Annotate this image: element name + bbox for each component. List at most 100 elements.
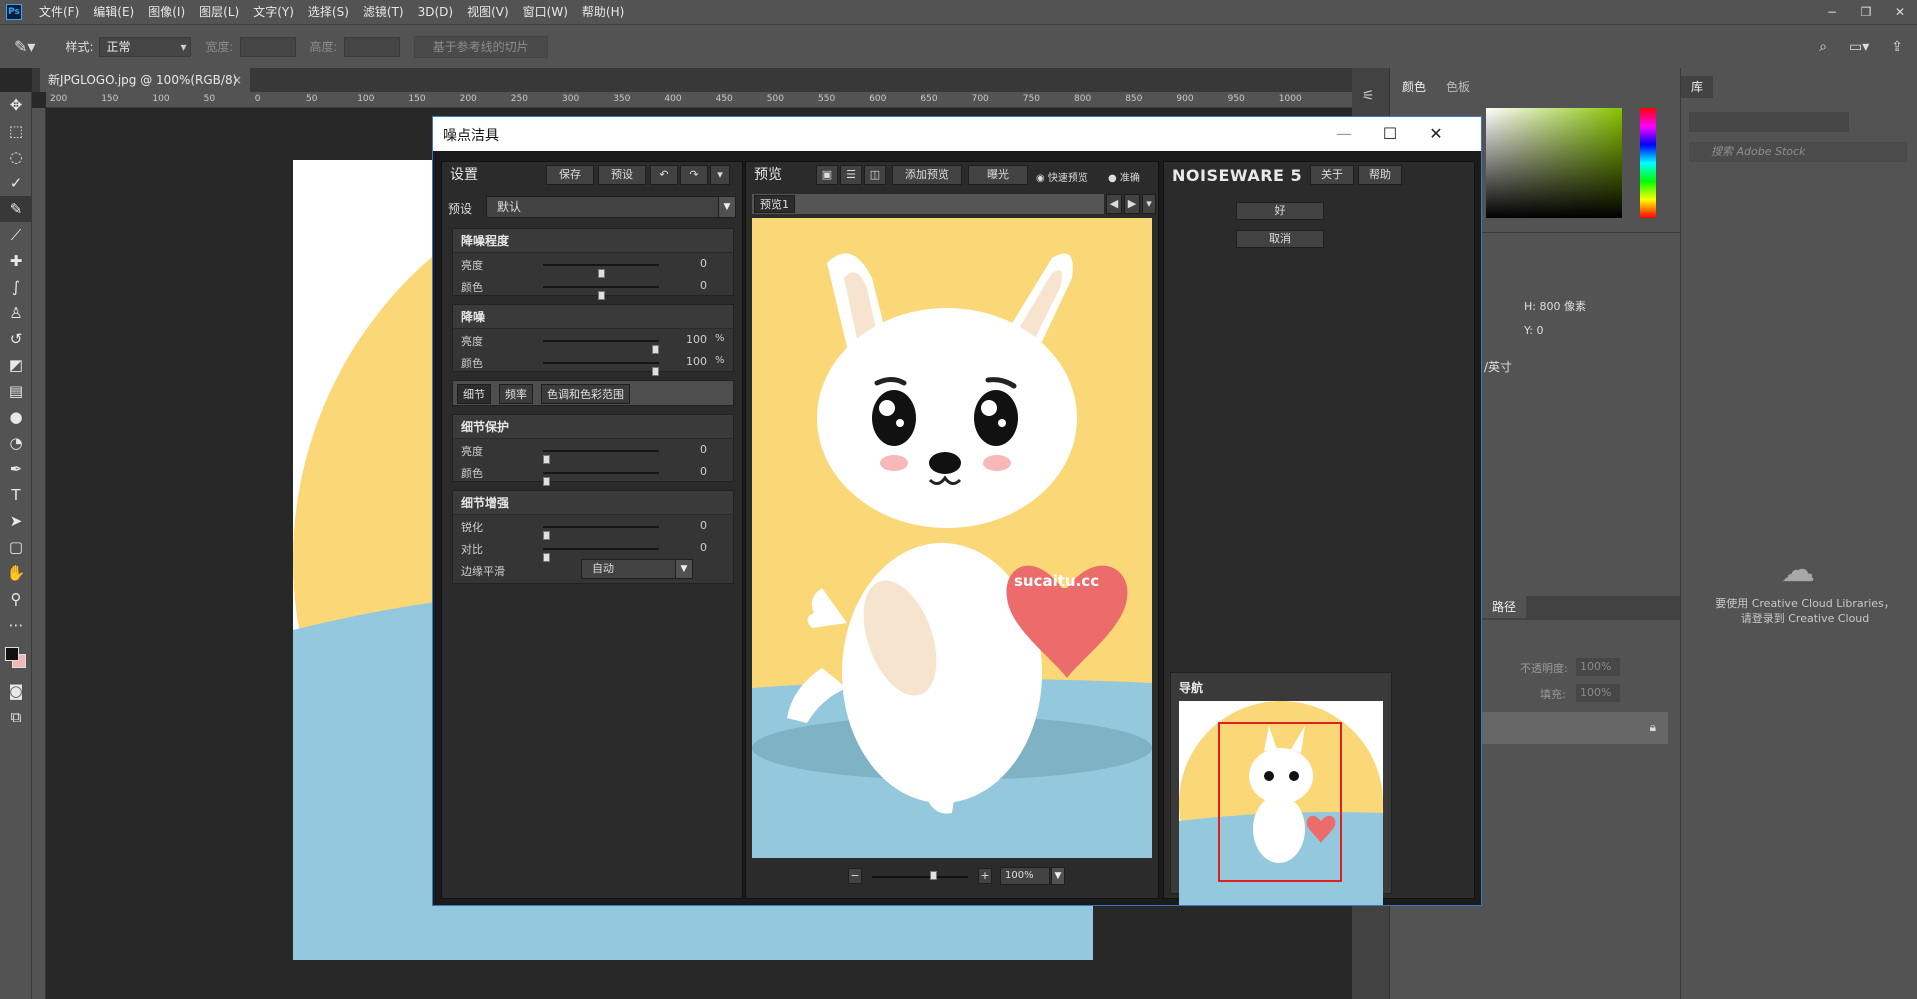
slider-thumb[interactable] (543, 477, 550, 486)
blur-tool-icon[interactable]: ● (0, 404, 32, 430)
close-button[interactable]: ✕ (1883, 5, 1917, 19)
slider-track[interactable] (543, 526, 659, 540)
zoom-tool-icon[interactable]: ⚲ (0, 586, 32, 612)
restore-button[interactable]: ❐ (1849, 5, 1883, 19)
pen-tool-icon[interactable]: ✒ (0, 456, 32, 482)
document-tab-close-icon[interactable]: × (232, 68, 242, 92)
menu-window[interactable]: 窗口(W) (516, 0, 575, 24)
dialog-maximize-button[interactable]: ☐ (1367, 121, 1413, 147)
exposure-button[interactable]: 曝光 (968, 165, 1028, 185)
cancel-button[interactable]: 取消 (1236, 230, 1324, 248)
dialog-minimize-button[interactable]: — (1321, 121, 1367, 147)
chevron-left-icon[interactable]: ◀ (1106, 194, 1122, 214)
split-horizontal-icon[interactable]: ☰ (840, 165, 862, 185)
move-tool-icon[interactable]: ✥ (0, 92, 32, 118)
slider-track[interactable] (543, 450, 659, 464)
menu-3d[interactable]: 3D(D) (411, 0, 460, 24)
menu-image[interactable]: 图像(I) (141, 0, 192, 24)
type-tool-icon[interactable]: T (0, 482, 32, 508)
search-icon[interactable]: ⌕ (1819, 39, 1827, 55)
tab-tone-color-range[interactable]: 色调和色彩范围 (541, 384, 630, 404)
menu-layer[interactable]: 图层(L) (192, 0, 246, 24)
document-tab[interactable]: 新JPGLOGO.jpg @ 100%(RGB/8) × (40, 68, 250, 92)
gradient-tool-icon[interactable]: ▤ (0, 378, 32, 404)
zoom-dropdown[interactable]: 100% ▼ (1000, 867, 1065, 885)
eraser-tool-icon[interactable]: ◩ (0, 352, 32, 378)
color-picker-field[interactable] (1486, 108, 1622, 218)
preview-menu-icon[interactable]: ▾ (1142, 194, 1156, 214)
width-input[interactable] (239, 36, 296, 57)
quick-mask-icon[interactable]: ◙ (0, 678, 32, 704)
stock-search-input[interactable]: 搜索 Adobe Stock (1689, 142, 1907, 162)
menu-select[interactable]: 选择(S) (301, 0, 356, 24)
menu-filter[interactable]: 滤镜(T) (356, 0, 411, 24)
preset-dropdown[interactable]: 默认 ▼ (486, 196, 736, 218)
minimize-button[interactable]: − (1815, 5, 1849, 19)
tab-swatches[interactable]: 色板 (1436, 76, 1480, 98)
color-swatches-icon[interactable] (0, 638, 32, 678)
library-select[interactable] (1689, 112, 1849, 132)
zoom-in-button[interactable]: + (978, 868, 992, 884)
preview-tab[interactable]: 预览1 (754, 195, 795, 213)
hue-slider[interactable] (1640, 108, 1656, 218)
zoom-slider-track[interactable] (872, 871, 968, 880)
accurate-radio[interactable]: ● 准确 (1108, 169, 1140, 184)
history-brush-tool-icon[interactable]: ↺ (0, 326, 32, 352)
about-button[interactable]: 关于 (1310, 165, 1354, 185)
slider-track[interactable] (543, 362, 659, 376)
slider-track[interactable] (543, 472, 659, 486)
more-tools-icon[interactable]: ⋯ (0, 612, 32, 638)
workspace-icon[interactable]: ▭▾ (1849, 39, 1869, 55)
menu-help[interactable]: 帮助(H) (575, 0, 631, 24)
single-view-icon[interactable]: ▣ (816, 165, 838, 185)
height-input[interactable] (343, 36, 400, 57)
settings-menu-icon[interactable]: ▾ (710, 165, 730, 185)
dialog-close-button[interactable]: ✕ (1413, 121, 1459, 147)
healing-brush-tool-icon[interactable]: ✚ (0, 248, 32, 274)
fast-preview-radio[interactable]: ◉ 快速预览 (1036, 169, 1088, 184)
hand-tool-icon[interactable]: ✋ (0, 560, 32, 586)
split-vertical-icon[interactable]: ◫ (864, 165, 886, 185)
zoom-slider-thumb[interactable] (929, 871, 937, 880)
layer-row-background[interactable]: 🔒︎ (1482, 712, 1668, 744)
marquee-tool-icon[interactable]: ⬚ (0, 118, 32, 144)
slider-thumb[interactable] (597, 291, 605, 300)
add-preview-button[interactable]: 添加预览 (892, 165, 962, 185)
zoom-out-button[interactable]: − (848, 868, 862, 884)
redo-icon[interactable]: ↷ (680, 165, 708, 185)
slice-tool-icon[interactable]: ✎▾ (14, 37, 35, 56)
slice-tool-icon[interactable]: ✎ (0, 196, 32, 222)
shape-tool-icon[interactable]: ▢ (0, 534, 32, 560)
preview-image[interactable]: sucaitu.cc (752, 218, 1152, 858)
tab-paths[interactable]: 路径 (1482, 596, 1527, 618)
help-button[interactable]: 帮助 (1358, 165, 1402, 185)
fill-input[interactable]: 100% (1576, 684, 1620, 702)
menu-type[interactable]: 文字(Y) (246, 0, 301, 24)
style-select[interactable]: 正常 (99, 36, 192, 57)
opacity-input[interactable]: 100% (1576, 658, 1620, 676)
undo-icon[interactable]: ↶ (650, 165, 678, 185)
menu-edit[interactable]: 编辑(E) (86, 0, 141, 24)
slider-track[interactable] (543, 548, 659, 562)
tab-detail[interactable]: 细节 (457, 384, 491, 404)
ok-button[interactable]: 好 (1236, 202, 1324, 220)
tab-libraries[interactable]: 库 (1681, 76, 1714, 98)
menu-view[interactable]: 视图(V) (460, 0, 516, 24)
screen-mode-icon[interactable]: ⧉ (0, 704, 32, 730)
slider-track[interactable] (543, 286, 659, 300)
slider-track[interactable] (543, 264, 659, 278)
menu-file[interactable]: 文件(F) (32, 0, 86, 24)
slices-from-guides-button[interactable]: 基于参考线的切片 (413, 35, 548, 58)
quick-select-tool-icon[interactable]: ✓ (0, 170, 32, 196)
preset-button[interactable]: 预设 (598, 165, 646, 185)
brush-tool-icon[interactable]: ∫ (0, 274, 32, 300)
lasso-tool-icon[interactable]: ◌ (0, 144, 32, 170)
chevron-right-icon[interactable]: ▶ (1124, 194, 1140, 214)
slider-thumb[interactable] (652, 367, 659, 376)
edge-smoothing-dropdown[interactable]: 自动 ▼ (581, 559, 693, 579)
dodge-tool-icon[interactable]: ◔ (0, 430, 32, 456)
share-icon[interactable]: ⇪ (1891, 39, 1903, 55)
eyedropper-tool-icon[interactable]: ⟋ (0, 222, 32, 248)
slider-track[interactable] (543, 340, 659, 354)
clone-stamp-tool-icon[interactable]: ♙ (0, 300, 32, 326)
